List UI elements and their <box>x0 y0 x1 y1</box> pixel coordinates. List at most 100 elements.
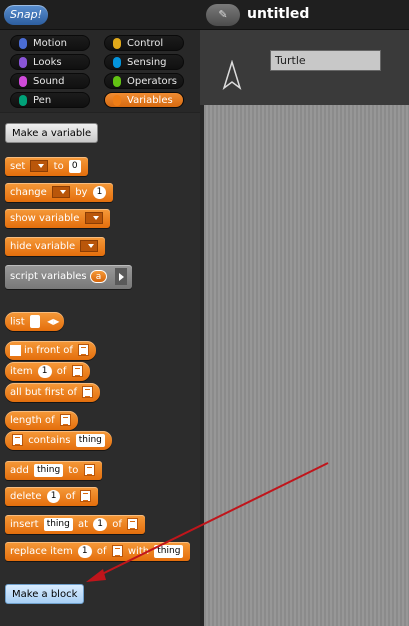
turtle-icon <box>222 60 242 90</box>
length-of-block[interactable]: length of <box>5 411 78 430</box>
block-label: to <box>53 161 64 172</box>
block-palette: Make a variable set to 0 change by 1 sho… <box>0 112 200 626</box>
list-slot[interactable] <box>82 386 94 398</box>
snap-logo[interactable]: Snap! <box>4 5 48 25</box>
category-pen[interactable]: Pen <box>10 92 90 108</box>
block-label: replace item <box>10 546 73 557</box>
item-slot[interactable] <box>10 344 21 356</box>
block-label: at <box>78 519 89 530</box>
set-variable-block[interactable]: set to 0 <box>5 157 88 176</box>
show-variable-block[interactable]: show variable <box>5 209 110 228</box>
hide-variable-block[interactable]: hide variable <box>5 237 106 256</box>
category-label: Looks <box>33 57 62 68</box>
category-selector: Motion Control Looks Sensing Sound Opera… <box>0 30 200 112</box>
category-operators[interactable]: Operators <box>104 73 184 89</box>
list-slot[interactable] <box>83 464 95 476</box>
snap-ide: Snap! ✎ untitled Motion Control Looks Se… <box>0 0 409 626</box>
list-slot[interactable] <box>78 344 90 356</box>
control-color-dot <box>113 38 121 49</box>
scripting-area[interactable] <box>204 105 409 626</box>
all-but-first-block[interactable]: all but first of <box>5 383 101 402</box>
motion-color-dot <box>19 38 27 49</box>
contains-block[interactable]: contains thing <box>5 431 112 450</box>
list-slot[interactable] <box>71 365 83 377</box>
looks-color-dot <box>19 57 27 68</box>
index-slot[interactable]: 1 <box>37 364 52 378</box>
list-slot[interactable] <box>127 518 139 530</box>
block-label: insert <box>10 519 39 530</box>
sprite-name-field[interactable]: Turtle <box>270 50 381 71</box>
insert-at-block[interactable]: insert thing at 1 of <box>5 515 146 534</box>
value-slot[interactable]: thing <box>34 463 64 477</box>
block-label: set <box>10 161 26 172</box>
variable-dropdown[interactable] <box>52 186 70 198</box>
value-slot[interactable]: 1 <box>92 185 107 199</box>
index-slot[interactable]: 1 <box>77 544 92 558</box>
change-variable-block[interactable]: change by 1 <box>5 183 114 202</box>
block-label: length of <box>10 415 55 426</box>
category-sound[interactable]: Sound <box>10 73 90 89</box>
value-slot[interactable]: thing <box>75 433 105 447</box>
category-variables[interactable]: Variables <box>104 92 184 108</box>
add-to-list-block[interactable]: add thing to <box>5 461 102 480</box>
block-label: by <box>75 187 88 198</box>
category-looks[interactable]: Looks <box>10 54 90 70</box>
list-slot[interactable] <box>59 414 71 426</box>
block-label: to <box>68 465 79 476</box>
block-label: script variables <box>10 271 87 282</box>
block-label: with <box>127 546 150 557</box>
variable-dropdown[interactable] <box>84 212 103 224</box>
sensing-color-dot <box>113 57 121 68</box>
list-arrows-icon[interactable]: ◀▶ <box>47 312 59 331</box>
variables-color-dot <box>113 95 121 106</box>
block-label: in front of <box>24 345 73 356</box>
top-bar: Snap! ✎ untitled <box>0 0 409 30</box>
category-label: Pen <box>33 95 52 106</box>
block-label: change <box>10 187 47 198</box>
list-slot[interactable] <box>12 434 23 446</box>
operators-color-dot <box>113 76 121 87</box>
list-block[interactable]: list ◀▶ <box>5 312 65 331</box>
value-slot[interactable]: 0 <box>68 159 81 173</box>
block-label: of <box>65 491 76 502</box>
block-label: list <box>10 316 25 328</box>
delete-from-list-block[interactable]: delete 1 of <box>5 487 99 506</box>
category-label: Control <box>127 38 164 49</box>
category-label: Motion <box>33 38 67 49</box>
category-label: Sound <box>33 76 65 87</box>
list-slot[interactable] <box>80 490 92 502</box>
block-label: hide variable <box>10 241 76 252</box>
block-label: show variable <box>10 213 80 224</box>
replace-item-block[interactable]: replace item 1 of with thing <box>5 542 191 561</box>
variable-dropdown[interactable] <box>30 160 49 172</box>
make-block-button[interactable]: Make a block <box>5 584 85 604</box>
block-label: of <box>112 519 122 530</box>
item-of-block[interactable]: item 1 of <box>5 362 90 381</box>
list-item-slot[interactable] <box>29 315 40 328</box>
variable-dropdown[interactable] <box>80 240 99 252</box>
pen-color-dot <box>19 95 27 106</box>
in-front-of-block[interactable]: in front of <box>5 341 97 360</box>
category-sensing[interactable]: Sensing <box>104 54 184 70</box>
index-slot[interactable]: 1 <box>46 489 61 503</box>
category-control[interactable]: Control <box>104 35 184 51</box>
category-motion[interactable]: Motion <box>10 35 90 51</box>
block-label: all but first of <box>10 387 78 398</box>
value-slot[interactable]: thing <box>43 517 73 531</box>
make-variable-button[interactable]: Make a variable <box>5 123 99 143</box>
expand-arrow-icon[interactable] <box>114 267 127 285</box>
category-label: Variables <box>127 95 173 106</box>
sound-color-dot <box>19 76 27 87</box>
list-slot[interactable] <box>111 545 123 557</box>
value-slot[interactable]: thing <box>154 544 184 558</box>
index-slot[interactable]: 1 <box>93 517 108 531</box>
category-label: Operators <box>127 76 177 87</box>
block-label: item <box>10 366 33 377</box>
project-title: untitled <box>247 6 310 22</box>
block-label: delete <box>10 491 42 502</box>
script-variable-a[interactable]: a <box>89 269 108 283</box>
script-variables-block[interactable]: script variables a <box>5 265 132 289</box>
block-label: of <box>56 366 67 377</box>
project-menu-button[interactable]: ✎ <box>206 4 240 26</box>
block-label: add <box>10 465 29 476</box>
